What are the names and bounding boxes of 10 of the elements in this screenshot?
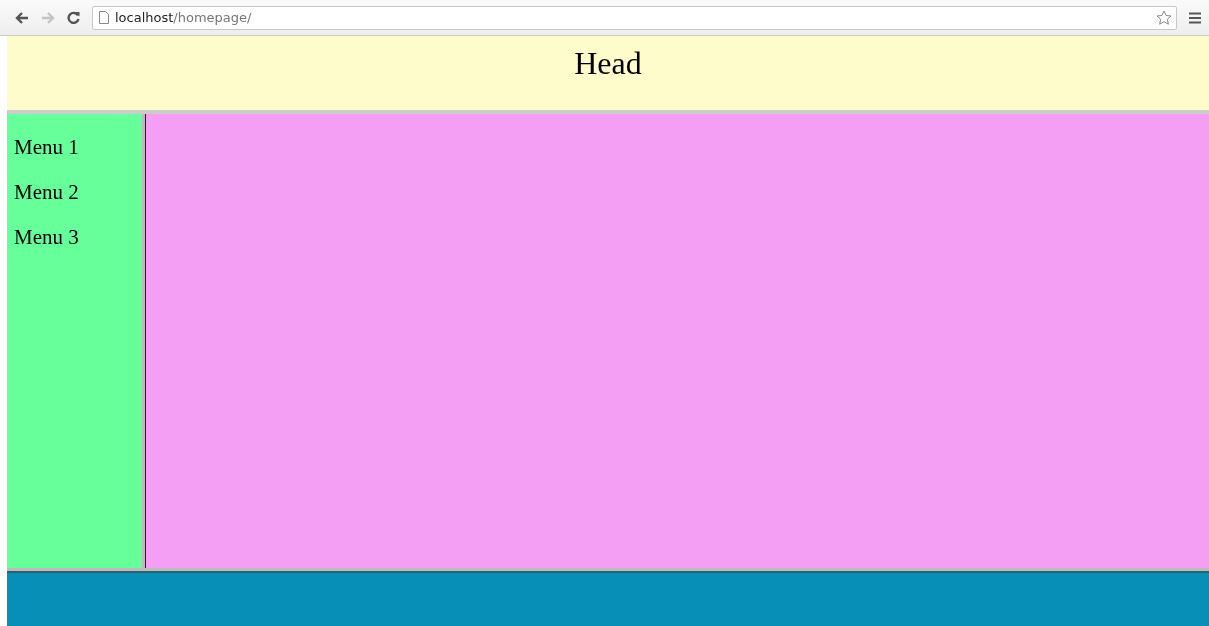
menu-icon[interactable]	[1189, 11, 1201, 24]
address-bar[interactable]: localhost/homepage/	[92, 5, 1177, 30]
menu-item[interactable]: Menu 2	[14, 180, 79, 205]
star-icon[interactable]	[1156, 9, 1172, 26]
menu-item[interactable]: Menu 3	[14, 225, 79, 250]
back-arrow-icon[interactable]	[15, 11, 29, 24]
reload-icon[interactable]	[67, 11, 80, 24]
page-icon	[99, 11, 109, 24]
menu-item[interactable]: Menu 1	[14, 135, 79, 160]
header-title: Head	[574, 45, 642, 81]
